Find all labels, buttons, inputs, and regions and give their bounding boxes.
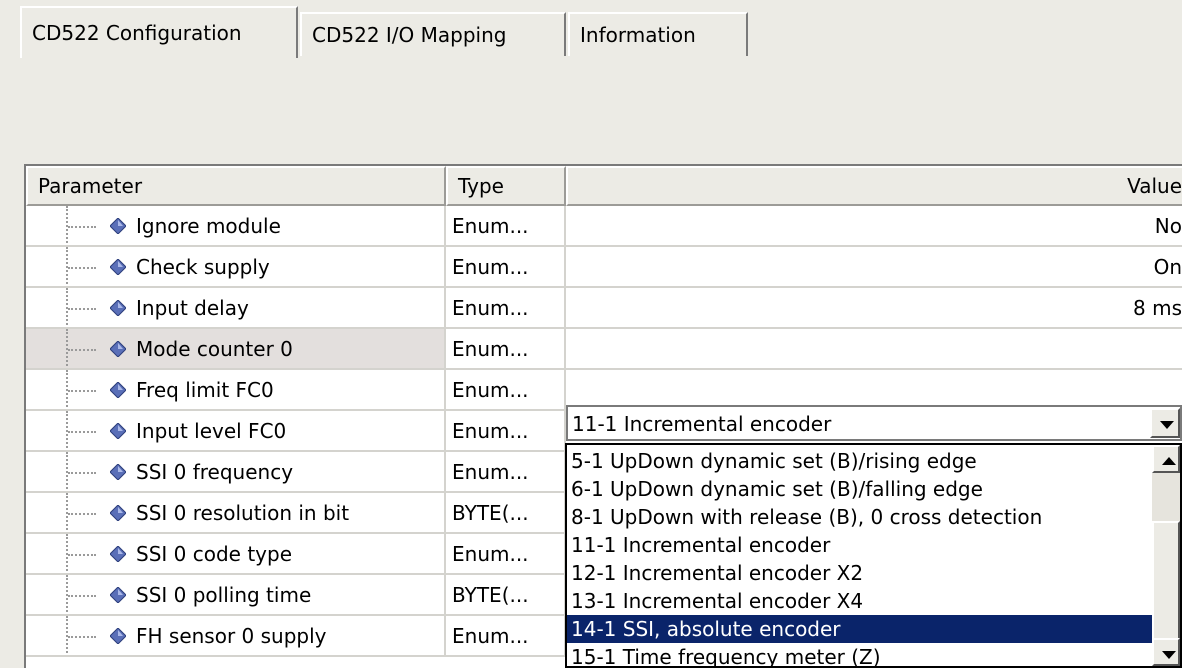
parameter-name: Check supply (136, 254, 270, 279)
tree-connector (66, 329, 102, 368)
table-row[interactable]: Ignore module Enum... No (26, 206, 1182, 247)
parameter-cell[interactable]: Freq limit FC0 (26, 370, 446, 411)
scrollbar[interactable] (1152, 445, 1180, 666)
parameter-cell[interactable]: SSI 0 frequency (26, 452, 446, 493)
tab-cd522-io-mapping[interactable]: CD522 I/O Mapping (300, 12, 566, 56)
parameter-icon (110, 628, 126, 644)
parameter-name: SSI 0 resolution in bit (136, 500, 350, 525)
tree-connector (66, 288, 102, 327)
parameter-icon (110, 300, 126, 316)
dropdown-option[interactable]: 13-1 Incremental encoder X4 (567, 587, 1155, 615)
type-cell: Enum... (446, 616, 566, 657)
parameter-icon (110, 423, 126, 439)
column-header-parameter[interactable]: Parameter (26, 166, 446, 206)
parameter-icon (110, 587, 126, 603)
parameter-icon (110, 546, 126, 562)
parameter-icon (110, 218, 126, 234)
type-cell: Enum... (446, 288, 566, 329)
dropdown-option[interactable]: 6-1 UpDown dynamic set (B)/falling edge (567, 475, 1155, 503)
tab-information[interactable]: Information (568, 12, 748, 56)
tree-connector (66, 370, 102, 409)
parameter-cell[interactable]: Input delay (26, 288, 446, 329)
parameter-cell[interactable]: FH sensor 0 supply (26, 616, 446, 657)
tab-cd522-configuration[interactable]: CD522 Configuration (20, 6, 298, 58)
tree-connector (66, 575, 102, 614)
type-cell: BYTE(... (446, 575, 566, 616)
dropdown-option[interactable]: 8-1 UpDown with release (B), 0 cross det… (567, 503, 1155, 531)
mode-counter-combobox[interactable]: 11-1 Incremental encoder (566, 405, 1182, 441)
type-cell: Enum... (446, 247, 566, 288)
parameter-name: SSI 0 code type (136, 541, 292, 566)
parameter-cell[interactable]: SSI 0 resolution in bit (26, 493, 446, 534)
parameter-name: Freq limit FC0 (136, 377, 274, 402)
tree-connector (66, 411, 102, 450)
parameter-name: SSI 0 polling time (136, 582, 312, 607)
type-cell: Enum... (446, 370, 566, 411)
type-cell: Enum... (446, 329, 566, 370)
chevron-down-icon (1162, 651, 1176, 659)
tree-connector (66, 534, 102, 573)
parameter-cell[interactable]: Ignore module (26, 206, 446, 247)
parameter-cell[interactable]: SSI 0 polling time (26, 575, 446, 616)
parameter-icon (110, 259, 126, 275)
dropdown-button[interactable] (1150, 408, 1180, 438)
tree-connector (66, 452, 102, 491)
table-row[interactable]: Check supply Enum... On (26, 247, 1182, 288)
tab-bar: CD522 Configuration CD522 I/O Mapping In… (0, 0, 1182, 64)
type-cell: Enum... (446, 534, 566, 575)
dropdown-list: 5-1 UpDown dynamic set (B)/rising edge 6-… (565, 443, 1182, 668)
type-cell: Enum... (446, 411, 566, 452)
type-cell: Enum... (446, 452, 566, 493)
dropdown-option[interactable]: 15-1 Time frequency meter (Z) (567, 643, 1155, 666)
parameter-cell[interactable]: Input level FC0 (26, 411, 446, 452)
tree-connector (66, 616, 102, 655)
parameter-name: Mode counter 0 (136, 336, 293, 361)
parameter-name: SSI 0 frequency (136, 459, 294, 484)
chevron-up-icon (1162, 457, 1176, 465)
parameter-icon (110, 382, 126, 398)
parameter-name: Input delay (136, 295, 249, 320)
tree-connector (66, 247, 102, 286)
dropdown-option[interactable]: 11-1 Incremental encoder (567, 531, 1155, 559)
table-row[interactable]: Input delay Enum... 8 ms (26, 288, 1182, 329)
scroll-down-button[interactable] (1152, 638, 1180, 666)
parameter-icon (110, 505, 126, 521)
value-cell[interactable]: No (566, 206, 1182, 247)
parameter-cell[interactable]: Check supply (26, 247, 446, 288)
scrollbar-thumb[interactable] (1152, 521, 1180, 641)
chevron-down-icon (1160, 421, 1174, 429)
table-row[interactable]: Mode counter 0 Enum... (26, 329, 1182, 370)
parameter-cell[interactable]: SSI 0 code type (26, 534, 446, 575)
tree-connector (66, 206, 102, 245)
parameter-name: Ignore module (136, 213, 281, 238)
value-cell[interactable] (566, 329, 1182, 370)
column-header-value[interactable]: Value (566, 166, 1182, 206)
parameter-name: FH sensor 0 supply (136, 623, 327, 648)
type-cell: BYTE(... (446, 493, 566, 534)
type-cell: Enum... (446, 206, 566, 247)
dropdown-option[interactable]: 5-1 UpDown dynamic set (B)/rising edge (567, 447, 1155, 475)
parameter-icon (110, 464, 126, 480)
combobox-selected-value: 11-1 Incremental encoder (572, 412, 832, 436)
parameter-icon (110, 341, 126, 357)
scroll-up-button[interactable] (1152, 445, 1180, 473)
column-header-type[interactable]: Type (446, 166, 566, 206)
value-cell[interactable]: 8 ms (566, 288, 1182, 329)
dropdown-option[interactable]: 12-1 Incremental encoder X2 (567, 559, 1155, 587)
tree-connector (66, 493, 102, 532)
value-cell[interactable]: On (566, 247, 1182, 288)
parameter-cell[interactable]: Mode counter 0 (26, 329, 446, 370)
parameter-name: Input level FC0 (136, 418, 287, 443)
dropdown-option[interactable]: 14-1 SSI, absolute encoder (567, 615, 1155, 643)
